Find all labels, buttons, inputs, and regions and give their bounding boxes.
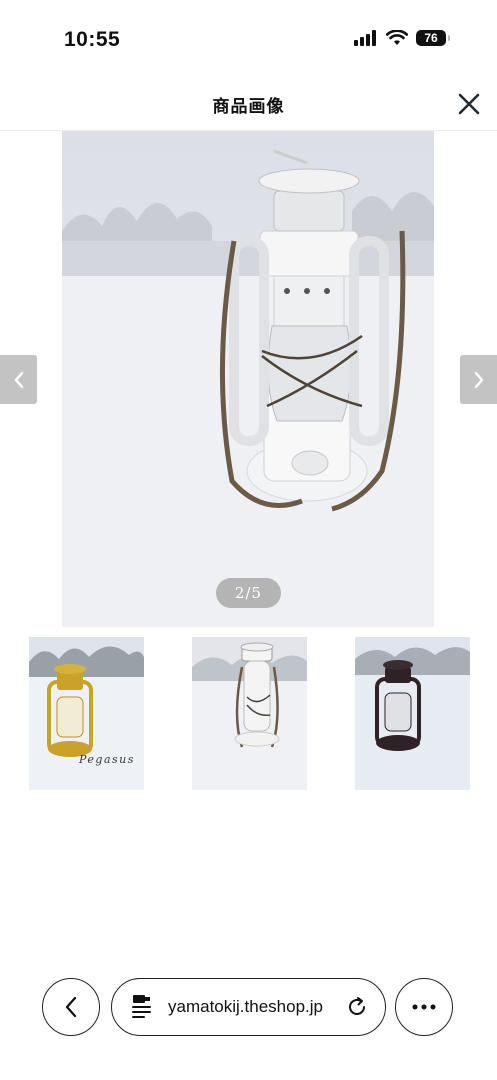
previous-image-button[interactable] — [0, 355, 37, 404]
chevron-left-icon — [14, 371, 23, 388]
close-icon — [458, 93, 480, 115]
gold-lantern-image — [29, 637, 144, 790]
lantern-photo — [62, 131, 434, 627]
more-icon — [412, 1004, 436, 1010]
wifi-icon — [386, 30, 408, 45]
image-counter: 2/5 — [216, 578, 281, 608]
reload-icon[interactable] — [346, 996, 368, 1018]
signal-icon — [354, 30, 376, 46]
page-icon — [132, 995, 151, 1018]
thumbnail-2[interactable] — [192, 637, 307, 790]
status-bar: 10:55 76 — [0, 0, 497, 80]
back-icon — [65, 996, 77, 1018]
thumbnail-1[interactable]: Pegasus — [29, 637, 144, 790]
chevron-right-icon — [474, 371, 483, 388]
address-bar[interactable]: yamatokij.theshop.jp — [111, 978, 386, 1036]
page-title: 商品画像 — [212, 97, 285, 117]
url-text: yamatokij.theshop.jp — [168, 997, 323, 1016]
status-icons: 76 — [354, 30, 450, 46]
thumbnail-3[interactable] — [355, 637, 470, 790]
black-lantern-image — [355, 637, 470, 790]
next-image-button[interactable] — [460, 355, 497, 404]
close-button[interactable] — [455, 90, 483, 118]
page-header: 商品画像 — [0, 80, 497, 131]
status-time: 10:55 — [64, 28, 121, 51]
main-product-image[interactable] — [62, 131, 434, 627]
back-button[interactable] — [42, 978, 100, 1036]
white-lantern-image — [192, 637, 307, 790]
thumbnail-caption: Pegasus — [79, 753, 135, 766]
more-button[interactable] — [395, 978, 453, 1036]
battery-icon: 76 — [416, 30, 450, 46]
